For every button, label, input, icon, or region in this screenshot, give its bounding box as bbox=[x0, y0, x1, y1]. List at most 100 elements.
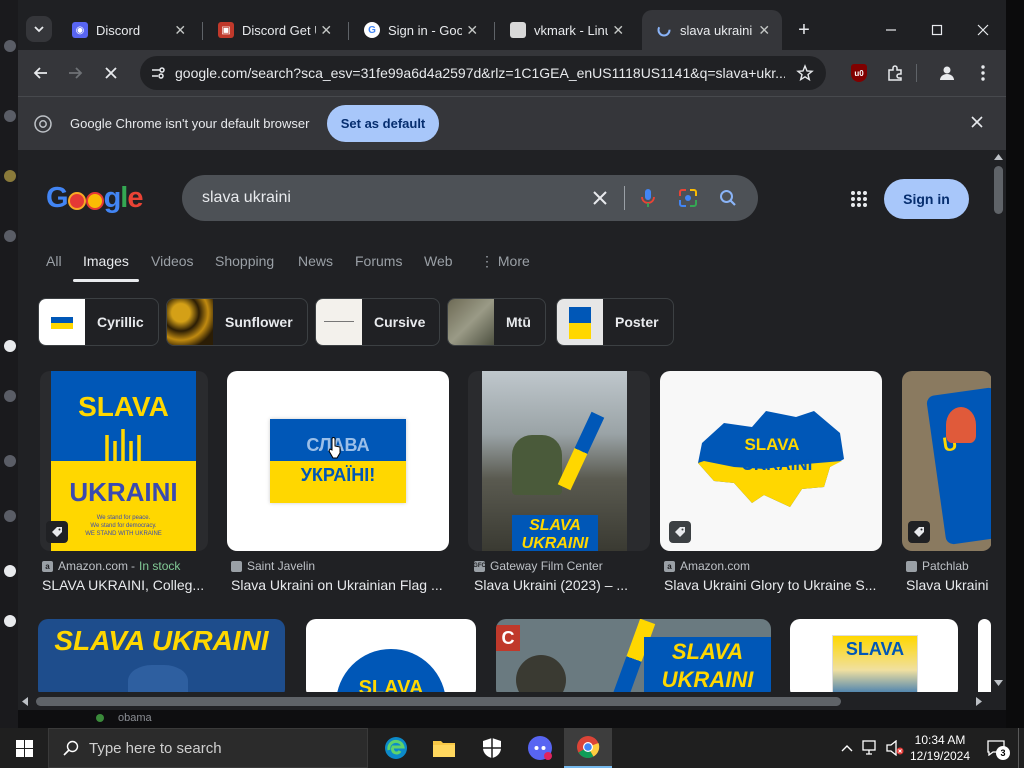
taskbar-clock[interactable]: 10:34 AM 12/19/2024 bbox=[906, 732, 974, 764]
close-icon[interactable]: ✕ bbox=[610, 20, 626, 40]
chrome-app[interactable] bbox=[564, 728, 612, 768]
extensions-button[interactable] bbox=[880, 58, 910, 88]
file-explorer-app[interactable] bbox=[420, 728, 468, 768]
image-result[interactable]: SLAVA UKRAINI We stand for peace. We sta… bbox=[40, 371, 208, 551]
discord-app[interactable] bbox=[516, 728, 564, 768]
google-doodle-logo[interactable]: G g l e bbox=[46, 182, 143, 215]
forward-button[interactable] bbox=[60, 58, 90, 88]
stop-loading-button[interactable] bbox=[96, 58, 126, 88]
result-title[interactable]: Slava Ukraini (2023) – ... bbox=[474, 577, 644, 593]
network-tray-button[interactable] bbox=[860, 738, 882, 758]
new-tab-button[interactable]: + bbox=[792, 18, 816, 42]
scroll-left-icon[interactable] bbox=[22, 697, 28, 706]
tab-videos[interactable]: Videos bbox=[151, 253, 194, 269]
chip-mtu[interactable]: Mtū bbox=[447, 298, 546, 346]
back-button[interactable] bbox=[26, 58, 56, 88]
image-result[interactable]: U bbox=[902, 371, 991, 551]
set-as-default-button[interactable]: Set as default bbox=[327, 105, 439, 142]
tab-forums[interactable]: Forums bbox=[355, 253, 402, 269]
desktop-icon[interactable] bbox=[4, 390, 16, 402]
tab-google-sign-in[interactable]: G Sign in - Goog ✕ bbox=[350, 10, 490, 50]
close-icon[interactable]: ✕ bbox=[756, 20, 772, 40]
tab-shopping[interactable]: Shopping bbox=[215, 253, 274, 269]
minimize-button[interactable] bbox=[868, 14, 914, 46]
ublock-extension-button[interactable]: u0 bbox=[844, 58, 874, 88]
image-result[interactable] bbox=[978, 619, 991, 692]
desktop-icon[interactable] bbox=[4, 565, 16, 577]
desktop-icon[interactable] bbox=[4, 340, 16, 352]
site-info-icon[interactable] bbox=[150, 65, 166, 86]
result-title[interactable]: Slava Ukraini bbox=[906, 577, 991, 593]
result-title[interactable]: Slava Ukraini on Ukrainian Flag ... bbox=[231, 577, 456, 593]
tab-slava-ukraini[interactable]: slava ukraini - ✕ bbox=[642, 10, 782, 50]
tab-discord-get[interactable]: ▣ Discord Get U ✕ bbox=[204, 10, 344, 50]
image-result[interactable]: C SLAVA UKRAINI bbox=[496, 619, 771, 692]
chip-cyrillic[interactable]: Cyrillic bbox=[38, 298, 159, 346]
taskbar-search-box[interactable]: Type here to search bbox=[48, 728, 368, 768]
tab-all[interactable]: All bbox=[46, 253, 62, 269]
image-result[interactable]: SLAVA UKRAINI bbox=[468, 371, 650, 551]
tab-web[interactable]: Web bbox=[424, 253, 453, 269]
image-result[interactable]: СЛАВА УКРАЇНІ! bbox=[227, 371, 449, 551]
chip-poster[interactable]: Poster bbox=[556, 298, 674, 346]
scroll-down-icon[interactable] bbox=[994, 680, 1003, 686]
show-desktop-button[interactable] bbox=[1018, 728, 1024, 768]
desktop-icon[interactable] bbox=[4, 615, 16, 627]
lens-search-button[interactable] bbox=[676, 186, 700, 210]
desktop-icon[interactable] bbox=[4, 510, 16, 522]
notification-center-button[interactable]: 3 bbox=[982, 738, 1010, 760]
result-source[interactable]: Patchlab bbox=[906, 559, 969, 573]
desktop-icon[interactable] bbox=[4, 40, 16, 52]
image-result[interactable]: SLAVA UKRAINI bbox=[38, 619, 285, 692]
start-button[interactable] bbox=[0, 728, 48, 768]
image-result[interactable]: SLAVA UKRAINI bbox=[660, 371, 882, 551]
voice-search-button[interactable] bbox=[636, 186, 660, 210]
address-bar[interactable]: google.com/search?sca_esv=31fe99a6d4a259… bbox=[140, 56, 826, 90]
tab-news[interactable]: News bbox=[298, 253, 333, 269]
desktop-icon[interactable] bbox=[4, 455, 16, 467]
tab-vkmark[interactable]: vkmark - Linu ✕ bbox=[496, 10, 636, 50]
show-hidden-icons-button[interactable] bbox=[838, 738, 856, 758]
close-window-button[interactable] bbox=[960, 14, 1006, 46]
chip-cursive[interactable]: Cursive bbox=[315, 298, 441, 346]
scroll-up-icon[interactable] bbox=[994, 154, 1003, 160]
edge-app[interactable] bbox=[372, 728, 420, 768]
result-source[interactable]: GFC Gateway Film Center bbox=[473, 559, 603, 573]
profile-button[interactable] bbox=[932, 58, 962, 88]
close-icon[interactable]: ✕ bbox=[172, 20, 188, 40]
scroll-right-icon[interactable] bbox=[976, 697, 982, 706]
horizontal-scrollbar[interactable] bbox=[18, 692, 991, 710]
chrome-menu-button[interactable] bbox=[968, 58, 998, 88]
result-title[interactable]: Slava Ukraini Glory to Ukraine S... bbox=[664, 577, 884, 593]
security-app[interactable] bbox=[468, 728, 516, 768]
tab-images[interactable]: Images bbox=[83, 253, 129, 269]
desktop-icon[interactable] bbox=[4, 230, 16, 242]
bookmark-star-icon[interactable] bbox=[796, 64, 814, 87]
image-result[interactable]: SLAVA bbox=[790, 619, 958, 692]
chip-sunflower[interactable]: Sunflower bbox=[166, 298, 308, 346]
vertical-scrollbar[interactable] bbox=[991, 150, 1006, 692]
result-source[interactable]: a Amazon.com - In stock bbox=[42, 559, 180, 573]
search-submit-button[interactable] bbox=[716, 186, 740, 210]
scrollbar-thumb[interactable] bbox=[36, 697, 841, 706]
tab-search-button[interactable] bbox=[26, 16, 52, 42]
result-title[interactable]: SLAVA UKRAINI, Colleg... bbox=[42, 577, 212, 593]
close-icon[interactable]: ✕ bbox=[318, 20, 334, 40]
desktop-icon[interactable] bbox=[4, 110, 16, 122]
sign-in-button[interactable]: Sign in bbox=[884, 179, 969, 219]
close-infobar-button[interactable] bbox=[970, 115, 984, 134]
desktop-icon[interactable] bbox=[4, 170, 16, 182]
result-source[interactable]: Saint Javelin bbox=[231, 559, 315, 573]
close-icon[interactable]: ✕ bbox=[464, 20, 480, 40]
tab-discord[interactable]: ◉ Discord ✕ bbox=[58, 10, 198, 50]
scrollbar-thumb[interactable] bbox=[994, 166, 1003, 214]
notification-count-badge: 3 bbox=[996, 746, 1010, 760]
maximize-button[interactable] bbox=[914, 14, 960, 46]
image-result[interactable]: SLAVA bbox=[306, 619, 476, 692]
google-apps-icon[interactable] bbox=[850, 190, 868, 208]
result-source[interactable]: a Amazon.com bbox=[664, 559, 750, 573]
tab-more[interactable]: ⋮ More bbox=[480, 253, 530, 270]
volume-tray-button[interactable] bbox=[884, 738, 906, 758]
search-box[interactable]: slava ukraini bbox=[182, 175, 758, 221]
clear-search-button[interactable] bbox=[588, 186, 612, 210]
